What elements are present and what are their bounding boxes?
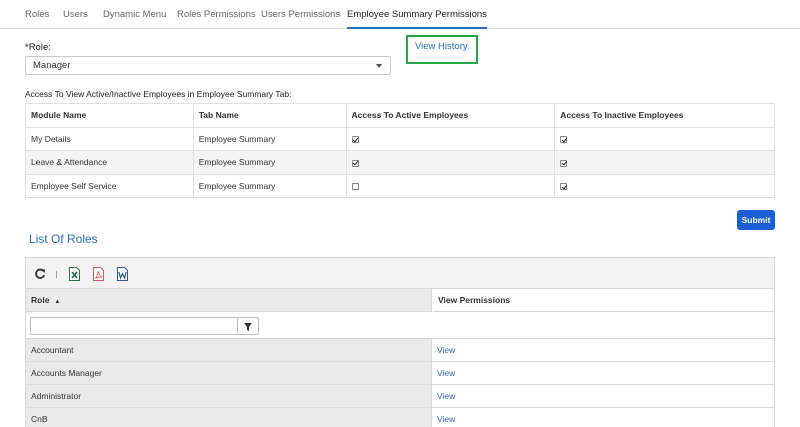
word-icon[interactable] [117, 267, 128, 283]
view-history-link[interactable]: View History [415, 41, 468, 52]
grid-header: Role ▲ View Permissions [26, 289, 774, 312]
active-access-checkbox[interactable] [351, 136, 359, 143]
tab-employee-summary-permissions[interactable]: Employee Summary Permissions [347, 0, 487, 29]
filter-icon [244, 323, 252, 331]
table-row: Employee Self Service Employee Summary [25, 173, 775, 198]
active-access-checkbox[interactable] [351, 183, 359, 190]
grid-toolbar [26, 258, 774, 289]
tab-roles[interactable]: Roles [25, 0, 49, 29]
role-label: *Role: [25, 42, 51, 53]
tab-users-permissions[interactable]: Users Permissions [261, 0, 340, 29]
table-row: Accounts Manager View [26, 362, 774, 385]
roles-grid: Role ▲ View Permissions Accountant View A… [25, 257, 775, 427]
pdf-icon[interactable] [93, 267, 104, 283]
sort-ascending-icon: ▲ [54, 299, 61, 305]
column-header-view-permissions: View Permissions [433, 289, 774, 312]
role-name: Accounts Manager [26, 362, 432, 384]
column-header-module: Module Name [25, 103, 194, 128]
role-select[interactable]: Manager [25, 56, 391, 75]
inactive-access-checkbox[interactable] [560, 159, 568, 167]
module-name: My Details [25, 126, 194, 151]
inactive-access-checkbox[interactable] [560, 136, 568, 143]
table-row: Accountant View [26, 339, 774, 362]
table-row: My Details Employee Summary [25, 126, 775, 151]
tab-name: Employee Summary [192, 173, 347, 198]
tab-roles-permissions[interactable]: Roles Permissions [177, 0, 256, 29]
module-name: Employee Self Service [25, 173, 194, 198]
grid-body: Accountant View Accounts Manager View Ad… [26, 339, 774, 427]
column-header-tab: Tab Name [192, 103, 347, 128]
view-permissions-link[interactable]: View [437, 408, 455, 427]
view-permissions-link[interactable]: View [437, 362, 455, 384]
table-row: Administrator View [26, 385, 774, 408]
tab-users[interactable]: Users [63, 0, 88, 29]
access-table: Module Name Tab Name Access To Active Em… [25, 103, 775, 198]
column-header-role[interactable]: Role ▲ [26, 289, 432, 312]
role-name: Administrator [26, 385, 432, 407]
view-permissions-link[interactable]: View [437, 339, 455, 361]
tab-name: Employee Summary [192, 126, 347, 151]
access-table-header: Module Name Tab Name Access To Active Em… [25, 103, 775, 128]
filter-row [26, 312, 774, 339]
column-header-role-label: Role [31, 295, 50, 305]
module-name: Leave & Attendance [25, 150, 194, 175]
table-row: Leave & Attendance Employee Summary [25, 150, 775, 175]
toolbar-divider [56, 271, 57, 278]
role-name: Accountant [26, 339, 432, 361]
column-header-inactive: Access To Inactive Employees [554, 103, 775, 128]
tab-bar: Roles Users Dynamic Menu Roles Permissio… [0, 0, 800, 29]
access-caption: Access To View Active/Inactive Employees… [25, 89, 292, 99]
role-select-value: Manager [33, 60, 71, 71]
table-row: CnB View [26, 408, 774, 427]
chevron-down-icon [376, 64, 382, 68]
tab-dynamic-menu[interactable]: Dynamic Menu [103, 0, 166, 29]
refresh-icon[interactable] [34, 268, 46, 282]
view-permissions-link[interactable]: View [437, 385, 455, 407]
filter-button[interactable] [238, 317, 259, 335]
role-filter-input[interactable] [30, 317, 238, 335]
tab-name: Employee Summary [192, 150, 347, 175]
excel-icon[interactable] [69, 267, 80, 283]
active-access-checkbox[interactable] [351, 159, 359, 167]
role-name: CnB [26, 408, 432, 427]
submit-button[interactable]: Submit [737, 210, 775, 230]
column-header-active: Access To Active Employees [345, 103, 556, 128]
list-of-roles-title: List Of Roles [29, 232, 98, 246]
inactive-access-checkbox[interactable] [560, 183, 568, 190]
